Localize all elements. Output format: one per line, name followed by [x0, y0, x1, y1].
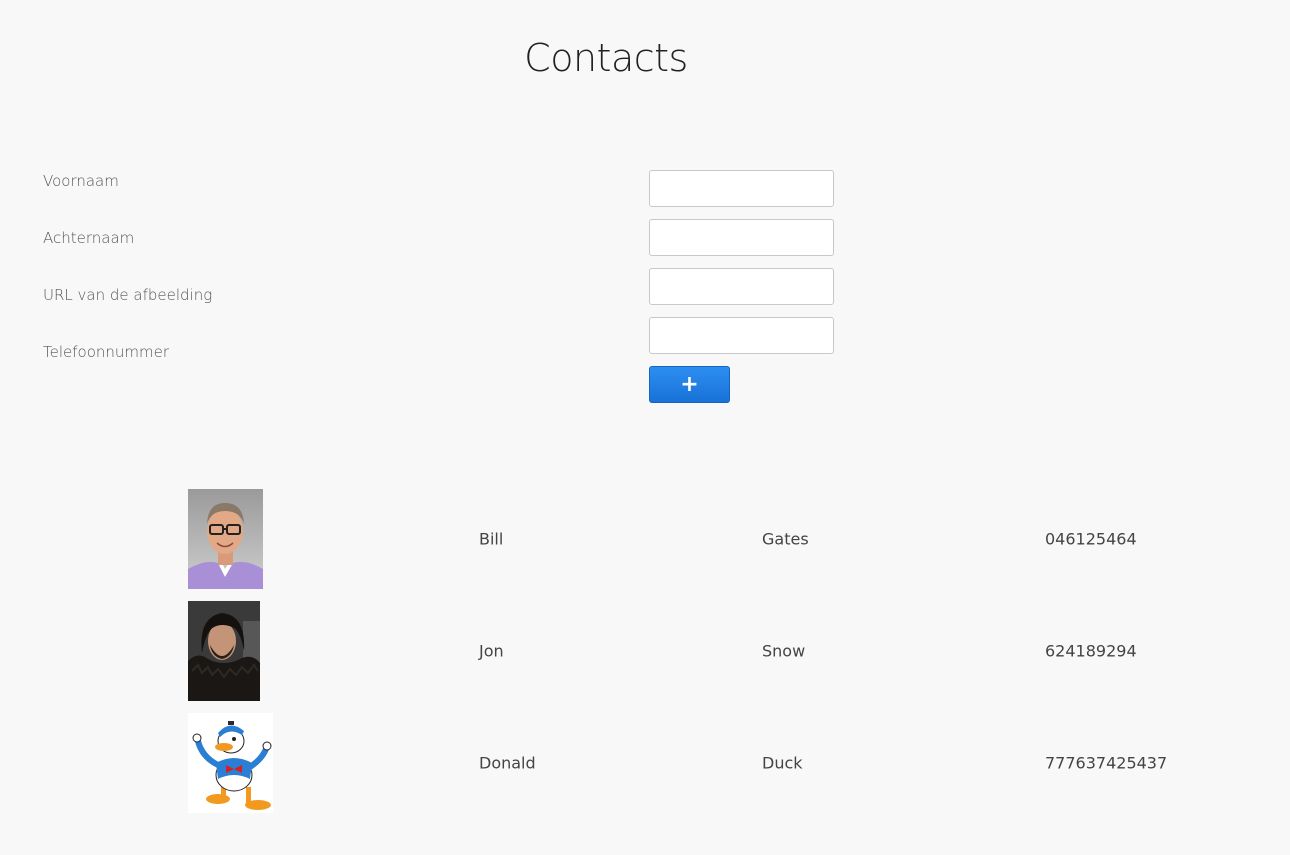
add-contact-button[interactable]: +: [649, 366, 730, 403]
first-name-label: Voornaam: [43, 172, 119, 190]
contact-last-name: Duck: [762, 753, 803, 773]
avatar-illustration-icon: [188, 713, 273, 813]
phone-input[interactable]: [649, 317, 834, 354]
contacts-page: Contacts Voornaam Achternaam URL van de …: [0, 0, 1290, 855]
page-title: Contacts: [524, 36, 688, 80]
avatar-photo-icon: [188, 489, 263, 589]
first-name-input[interactable]: [649, 170, 834, 207]
contact-phone: 046125464: [1045, 529, 1137, 549]
contact-last-name: Gates: [762, 529, 809, 549]
contact-phone: 624189294: [1045, 641, 1137, 661]
contact-first-name: Jon: [479, 641, 504, 661]
image-url-label: URL van de afbeelding: [43, 286, 213, 304]
contact-row: Jon Snow 624189294: [0, 601, 1290, 701]
contact-avatar: [188, 713, 273, 813]
avatar-photo-icon: [188, 601, 260, 701]
contact-row: Donald Duck 777637425437: [0, 713, 1290, 813]
contact-first-name: Donald: [479, 753, 536, 773]
last-name-label: Achternaam: [43, 229, 135, 247]
last-name-input[interactable]: [649, 219, 834, 256]
contact-first-name: Bill: [479, 529, 504, 549]
contact-phone: 777637425437: [1045, 753, 1168, 773]
contact-avatar: [188, 601, 260, 701]
contact-avatar: [188, 489, 263, 589]
contact-row: Bill Gates 046125464: [0, 489, 1290, 589]
plus-icon: +: [680, 371, 699, 397]
image-url-input[interactable]: [649, 268, 834, 305]
contact-last-name: Snow: [762, 641, 806, 661]
phone-label: Telefoonnummer: [43, 343, 170, 361]
